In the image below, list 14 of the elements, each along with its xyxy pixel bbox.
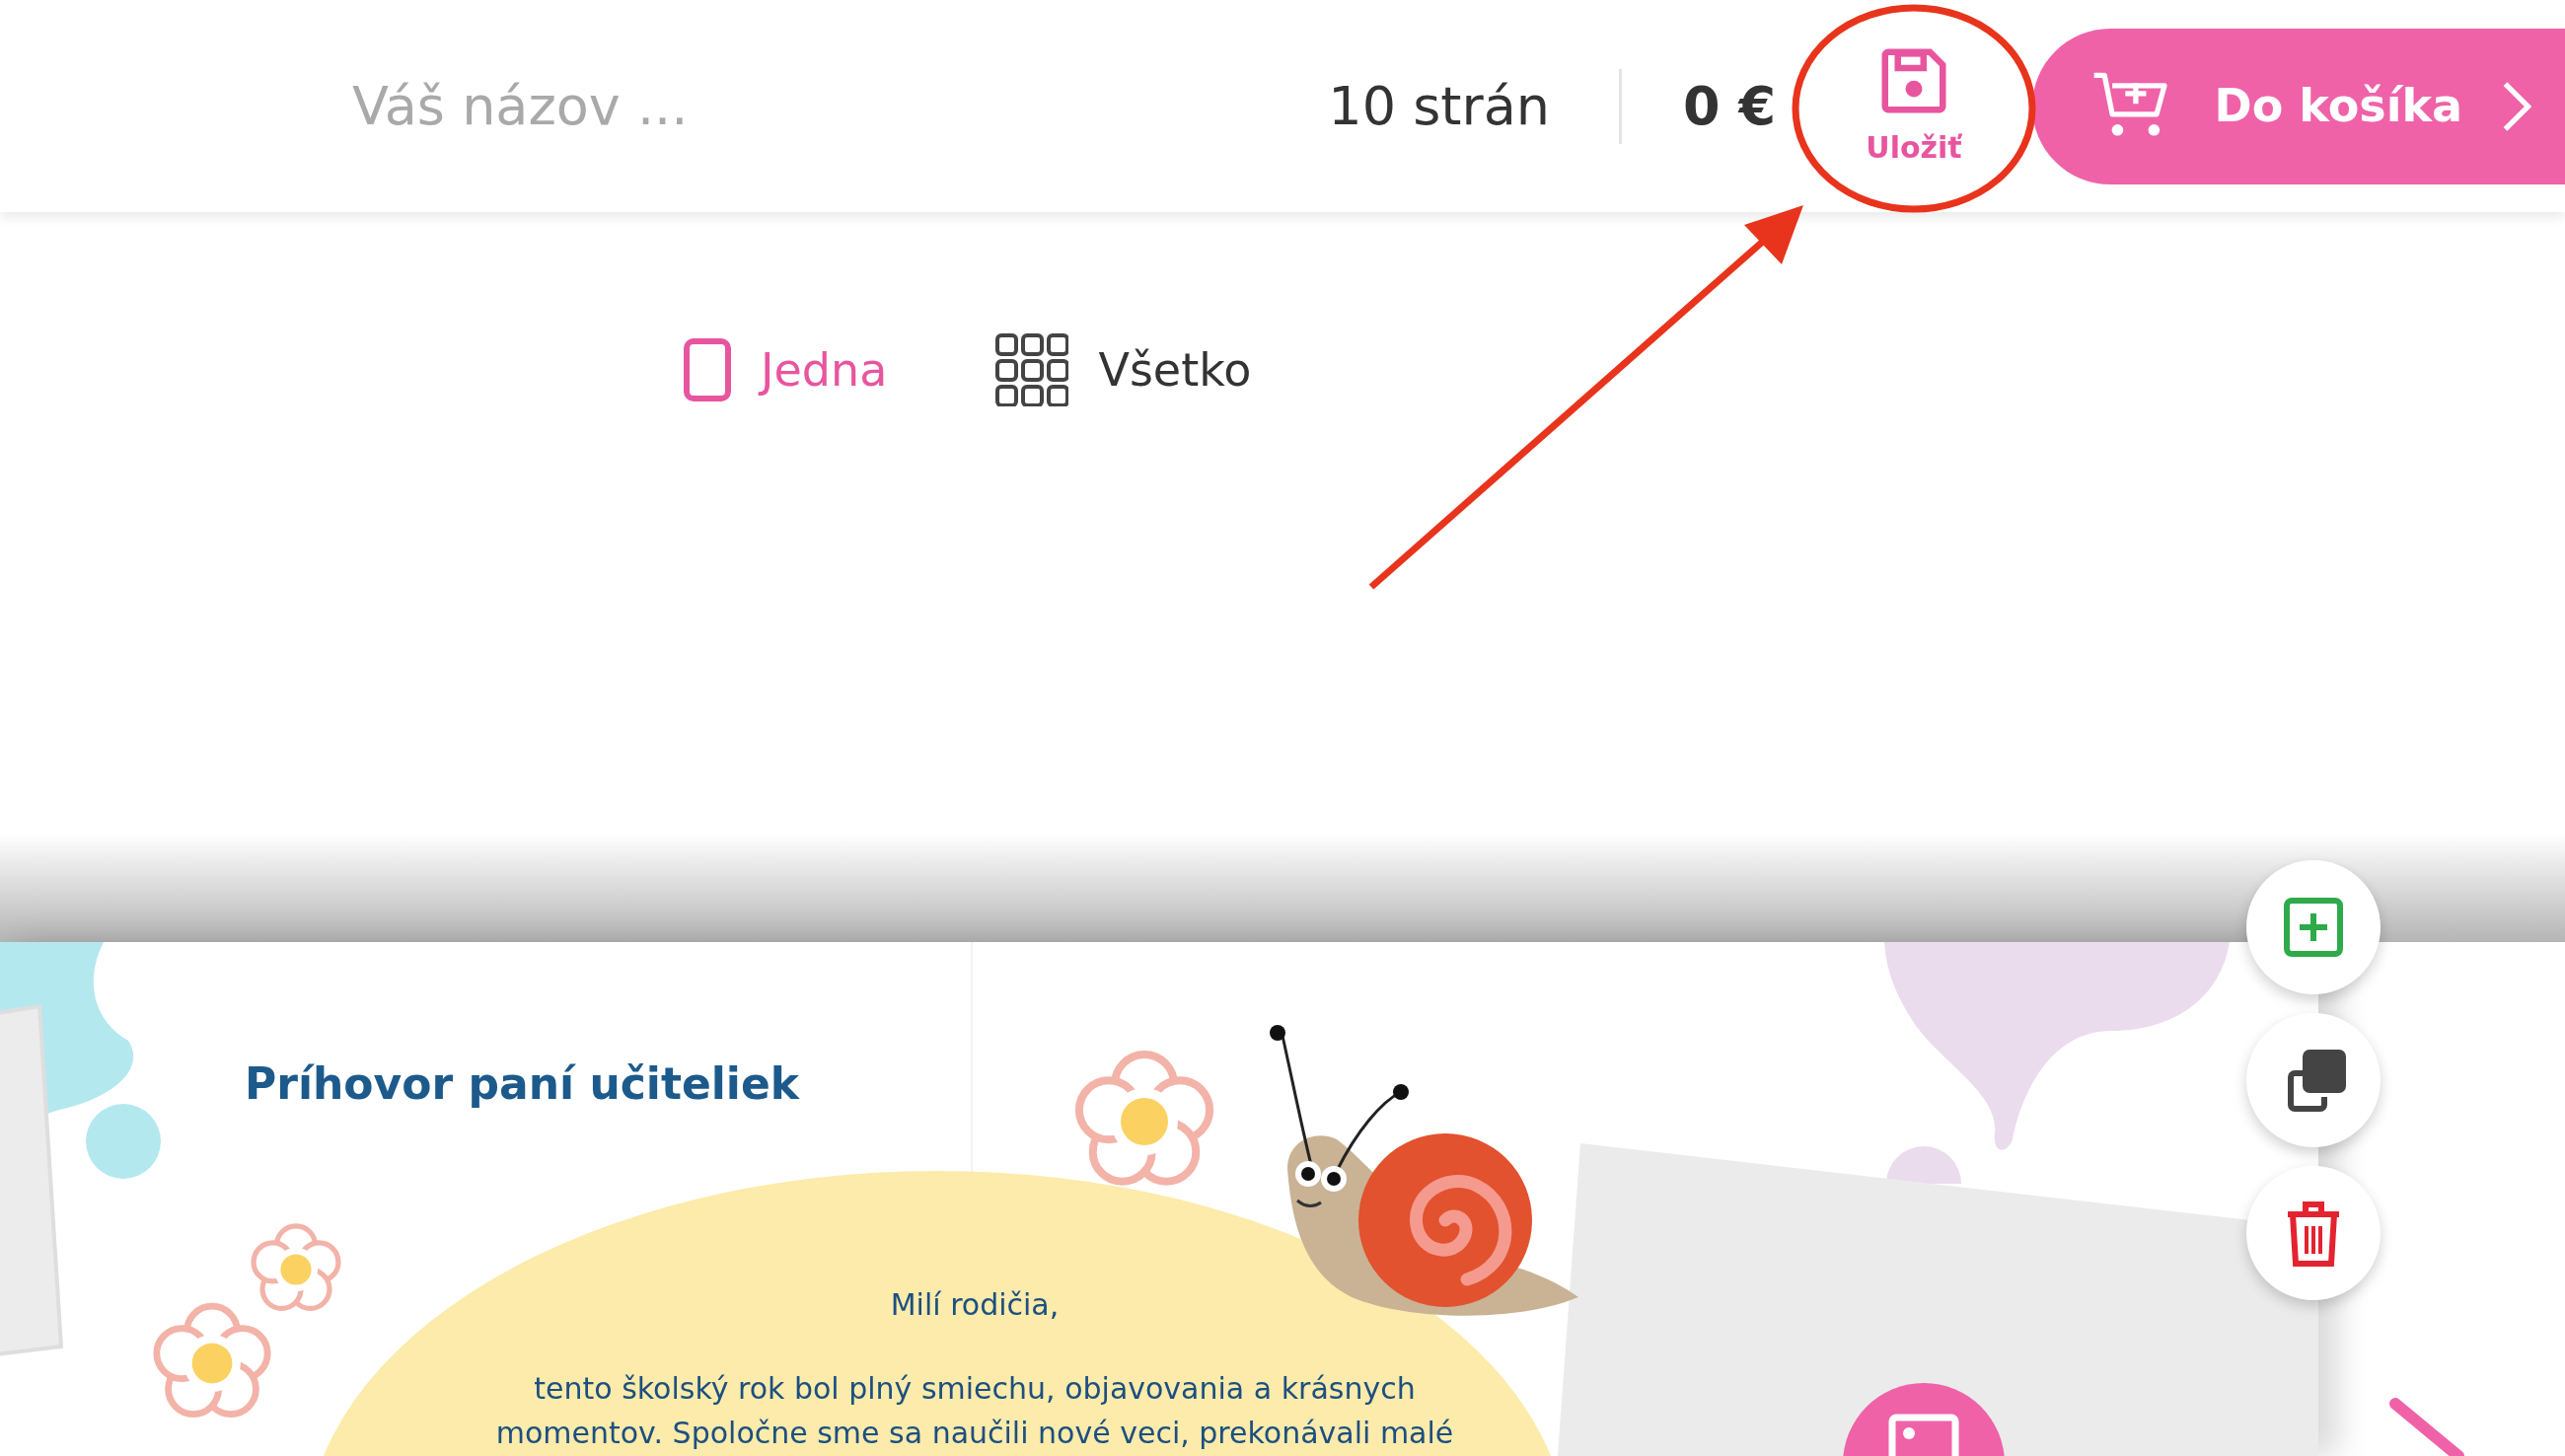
greeting: Milí rodičia, [889,1286,1061,1324]
page-icon [684,338,731,401]
page-count: 10 strán [1328,74,1551,139]
cart-button[interactable]: Do košíka [2032,28,2565,184]
page-title: Príhovor paní učiteliek [245,1058,800,1111]
title-field[interactable]: Váš názov ... [350,65,1061,147]
save-button[interactable]: Uložiť [1815,42,2013,170]
grid-icon [995,333,1069,406]
add-photo-button[interactable] [1843,1383,2005,1456]
view-tab[interactable]: Jedna [684,335,888,404]
price: 0 € [1683,74,1776,139]
body-text: tento školský rok bol plný smiechu, objavovania a krásnych momentov. Spoločne sme sa naučili nové veci, prekonávali malé [494,1370,1455,1452]
view-tab[interactable]: Všetko [995,333,1252,406]
plus-icon [2283,897,2344,958]
